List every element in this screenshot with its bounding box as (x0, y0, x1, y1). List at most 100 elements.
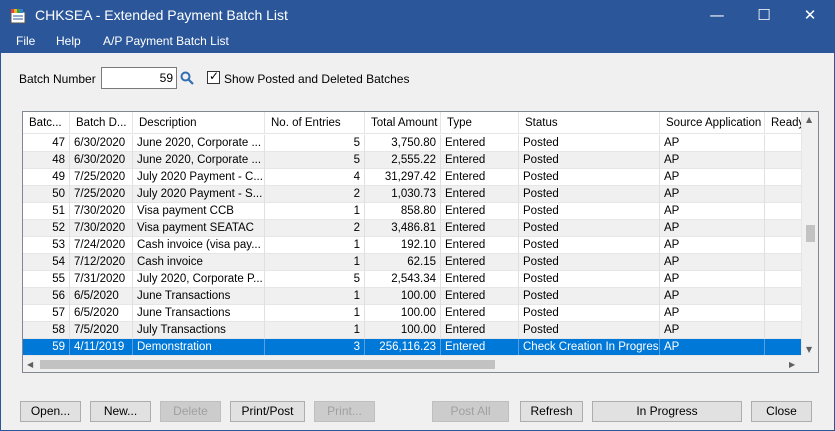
header-col-source-application[interactable]: Source Application (660, 112, 765, 134)
col-entries-cell: 5 (265, 135, 365, 152)
horizontal-scrollbar[interactable]: ◀ ▶ (23, 355, 803, 372)
refresh-button[interactable]: Refresh (520, 401, 583, 422)
table-row[interactable]: 57 6/5/2020 June Transactions 1 100.00 Entere… (23, 305, 803, 322)
col-batch-date-cell: 6/5/2020 (70, 288, 133, 305)
col-entries-cell: 2 (265, 186, 365, 203)
app-window: CHKSEA - Extended Payment Batch List — ☐… (0, 0, 835, 431)
vertical-scroll-thumb[interactable] (806, 225, 815, 242)
header-col-entries[interactable]: No. of Entries (265, 112, 365, 134)
col-batch-number-cell: 55 (23, 271, 70, 288)
col-batch-number-cell: 56 (23, 288, 70, 305)
table-row[interactable]: 49 7/25/2020 July 2020 Payment - C... 4 31,2… (23, 169, 803, 186)
col-entries-cell: 3 (265, 339, 365, 356)
col-source-application-cell: AP (660, 152, 765, 169)
close-button[interactable]: Close (751, 401, 812, 422)
col-batch-number-cell: 59 (23, 339, 70, 356)
col-batch-number-cell: 54 (23, 254, 70, 271)
col-total-amount-cell: 858.80 (365, 203, 441, 220)
col-entries-cell: 1 (265, 305, 365, 322)
col-batch-date-cell: 7/5/2020 (70, 322, 133, 339)
col-batch-number-cell: 53 (23, 237, 70, 254)
col-description-cell: Visa payment SEATAC (133, 220, 265, 237)
header-col-description[interactable]: Description (133, 112, 265, 134)
table-row[interactable]: 56 6/5/2020 June Transactions 1 100.00 Entere… (23, 288, 803, 305)
col-description-cell: July 2020, Corporate P... (133, 271, 265, 288)
col-status-cell: Posted (519, 322, 660, 339)
col-batch-number-cell: 58 (23, 322, 70, 339)
show-posted-label[interactable]: Show Posted and Deleted Batches (224, 72, 409, 86)
print-button[interactable]: Print... (314, 401, 375, 422)
show-posted-checkbox[interactable]: ✓ (207, 69, 220, 84)
maximize-button[interactable]: ☐ (741, 1, 787, 31)
table-row[interactable]: 50 7/25/2020 July 2020 Payment - S... 2 1,03… (23, 186, 803, 203)
grid-rows: 47 6/30/2020 June 2020, Corporate ... 5 3,75… (23, 135, 803, 356)
table-row[interactable]: 58 7/5/2020 July Transactions 1 100.00 Entere… (23, 322, 803, 339)
batch-number-input[interactable]: 59 (101, 67, 177, 89)
table-row[interactable]: 59 4/11/2019 Demonstration 3 256,116.23 Enter… (23, 339, 803, 356)
col-batch-number-cell: 50 (23, 186, 70, 203)
table-row[interactable]: 53 7/24/2020 Cash invoice (visa pay... 1 192… (23, 237, 803, 254)
col-description-cell: July Transactions (133, 322, 265, 339)
col-source-application-cell: AP (660, 322, 765, 339)
header-col-batch-number[interactable]: Batc... (23, 112, 70, 134)
new-button[interactable]: New... (90, 401, 151, 422)
col-source-application-cell: AP (660, 305, 765, 322)
col-source-application-cell: AP (660, 237, 765, 254)
col-source-application-cell: AP (660, 186, 765, 203)
table-row[interactable]: 54 7/12/2020 Cash invoice 1 62.15 Entered Post… (23, 254, 803, 271)
col-batch-date-cell: 6/5/2020 (70, 305, 133, 322)
col-type-cell: Entered (441, 169, 519, 186)
close-window-button[interactable]: ✕ (787, 1, 833, 31)
col-status-cell: Posted (519, 254, 660, 271)
col-entries-cell: 5 (265, 271, 365, 288)
col-batch-date-cell: 6/30/2020 (70, 152, 133, 169)
scroll-up-icon[interactable]: ▲ (806, 115, 812, 124)
menu-file[interactable]: File (16, 34, 35, 48)
minimize-button[interactable]: — (694, 1, 740, 31)
col-description-cell: Cash invoice (visa pay... (133, 237, 265, 254)
batch-grid[interactable]: Batc... Batch D... Description No. of Entri… (22, 111, 819, 373)
header-col-status[interactable]: Status (519, 112, 660, 134)
post-all-button[interactable]: Post All (432, 401, 509, 422)
header-col-batch-date[interactable]: Batch D... (70, 112, 133, 134)
table-row[interactable]: 47 6/30/2020 June 2020, Corporate ... 5 3,75… (23, 135, 803, 152)
table-row[interactable]: 55 7/31/2020 July 2020, Corporate P... 5 2,5… (23, 271, 803, 288)
menu-help[interactable]: Help (56, 34, 81, 48)
menu-ap-payment-batch-list[interactable]: A/P Payment Batch List (103, 34, 229, 48)
col-type-cell: Entered (441, 186, 519, 203)
horizontal-scroll-thumb[interactable] (40, 360, 495, 369)
header-col-total-amount[interactable]: Total Amount (365, 112, 441, 134)
vertical-scrollbar[interactable]: ▲ ▼ (801, 112, 818, 356)
col-batch-date-cell: 7/25/2020 (70, 169, 133, 186)
table-row[interactable]: 52 7/30/2020 Visa payment SEATAC 2 3,486.81 E… (23, 220, 803, 237)
col-batch-number-cell: 48 (23, 152, 70, 169)
col-status-cell: Check Creation In Progress (519, 339, 660, 356)
col-type-cell: Entered (441, 152, 519, 169)
app-icon (10, 9, 26, 24)
header-col-type[interactable]: Type (441, 112, 519, 134)
col-source-application-cell: AP (660, 339, 765, 356)
col-batch-date-cell: 7/12/2020 (70, 254, 133, 271)
col-total-amount-cell: 192.10 (365, 237, 441, 254)
title-bar[interactable]: CHKSEA - Extended Payment Batch List — ☐… (1, 1, 834, 31)
open-button[interactable]: Open... (20, 401, 81, 422)
scroll-down-icon[interactable]: ▼ (806, 345, 812, 354)
col-type-cell: Entered (441, 254, 519, 271)
scroll-left-icon[interactable]: ◀ (27, 360, 33, 369)
col-status-cell: Posted (519, 305, 660, 322)
col-batch-date-cell: 7/24/2020 (70, 237, 133, 254)
delete-button[interactable]: Delete (160, 401, 221, 422)
print-post-button[interactable]: Print/Post (230, 401, 305, 422)
col-entries-cell: 1 (265, 322, 365, 339)
table-row[interactable]: 51 7/30/2020 Visa payment CCB 1 858.80 Entere… (23, 203, 803, 220)
col-source-application-cell: AP (660, 254, 765, 271)
scroll-right-icon[interactable]: ▶ (789, 360, 795, 369)
col-batch-number-cell: 51 (23, 203, 70, 220)
in-progress-button[interactable]: In Progress (592, 401, 742, 422)
col-status-cell: Posted (519, 203, 660, 220)
col-description-cell: June Transactions (133, 288, 265, 305)
search-icon[interactable] (180, 71, 194, 85)
col-type-cell: Entered (441, 271, 519, 288)
col-description-cell: June 2020, Corporate ... (133, 152, 265, 169)
table-row[interactable]: 48 6/30/2020 June 2020, Corporate ... 5 2,55… (23, 152, 803, 169)
